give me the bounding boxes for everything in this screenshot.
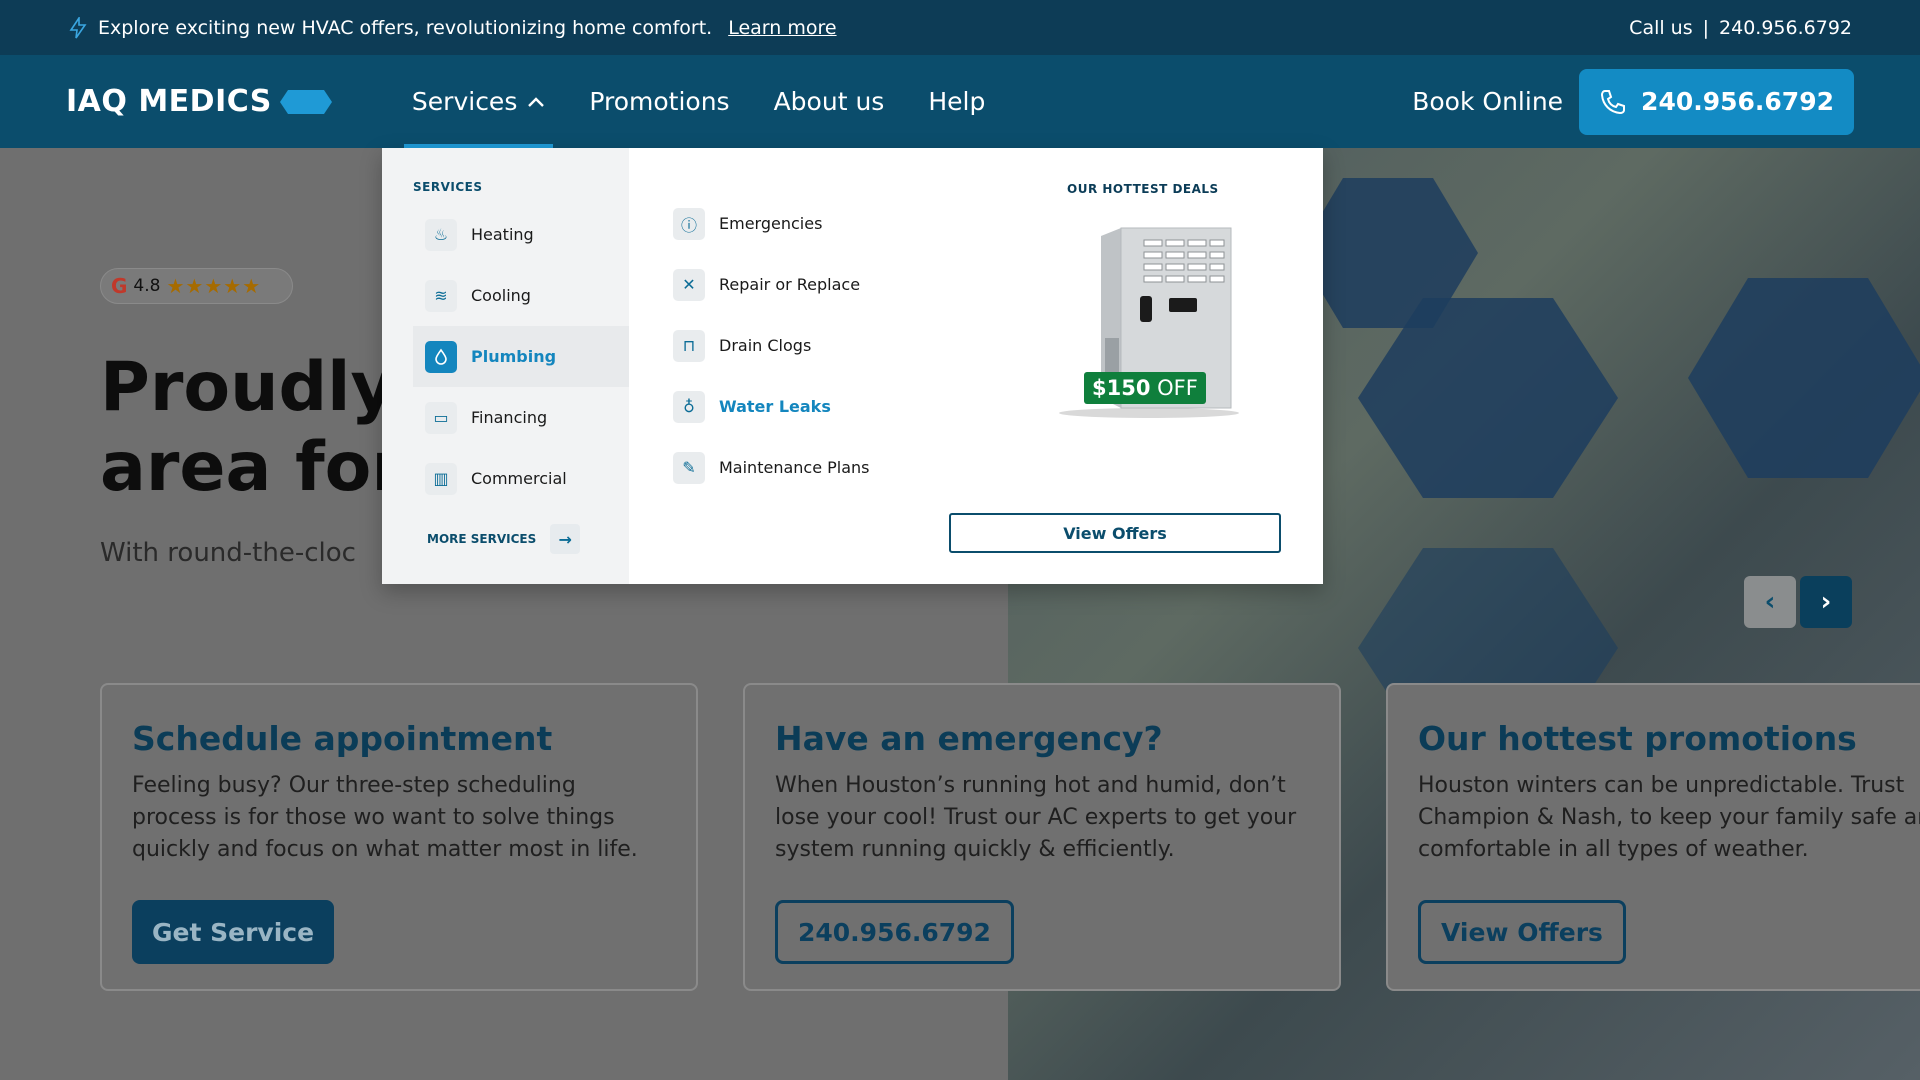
menu-item-label: Heating [471,225,534,244]
discount-badge: $150 OFF [1084,372,1206,404]
call-us: Call us | 240.956.6792 [1629,17,1852,39]
hero-subline: With round-the-cloc [100,538,356,568]
nav-help-label: Help [928,87,986,116]
decor-hexagon [1688,278,1920,478]
menu-item-maintenance-plans[interactable]: ✎ Maintenance Plans [673,437,949,498]
building-icon: ▥ [425,462,457,495]
nav-about-us[interactable]: About us [774,55,885,148]
view-offers-button[interactable]: View Offers [949,513,1281,553]
phone-call-button[interactable]: 240.956.6792 [1579,68,1854,135]
card-title: Have an emergency? [775,719,1163,758]
menu-item-label: Maintenance Plans [719,458,870,477]
menu-item-label: Commercial [471,469,567,488]
chevron-up-icon [528,96,545,107]
leak-icon: ♁ [673,390,705,423]
water-drop-icon [425,340,457,373]
card-text: When Houston’s running hot and humid, do… [775,773,1297,862]
wallet-icon: ▭ [425,401,457,434]
lightning-icon [69,16,87,38]
menu-item-label: Water Leaks [719,397,831,416]
chevron-right-icon: › [1820,587,1832,617]
discount-suffix: OFF [1157,376,1198,400]
main-navbar: IAQ MEDICS Services Promotions About us … [0,55,1920,148]
menu-item-label: Plumbing [471,347,557,366]
tools-icon: ✕ [673,268,705,301]
slider-next-button[interactable]: › [1800,576,1852,628]
nav-actions: Book Online 240.956.6792 [1412,68,1854,135]
nav-links: Services Promotions About us Help [403,55,985,148]
phone-icon [1601,89,1626,114]
topbar-phone-link[interactable]: 240.956.6792 [1719,17,1852,39]
sub-services-list: ⓘ Emergencies ✕ Repair or Replace ⊓ Drai… [629,148,949,584]
nav-promotions-label: Promotions [589,87,730,116]
logo[interactable]: IAQ MEDICS [66,84,332,119]
view-offers-card-button[interactable]: View Offers [1418,900,1626,964]
menu-item-financing[interactable]: ▭ Financing [413,387,629,448]
card-title: Schedule appointment [132,719,553,758]
alert-icon: ⓘ [673,207,705,240]
discount-amount: $150 [1092,376,1151,400]
google-rating-badge: G 4.8 ★★★★★ [100,268,293,304]
menu-item-label: Emergencies [719,214,823,233]
menu-item-emergencies[interactable]: ⓘ Emergencies [673,193,949,254]
wind-icon: ≋ [425,279,457,312]
chevron-left-icon: ‹ [1764,587,1776,617]
announcement: Explore exciting new HVAC offers, revolu… [68,16,837,39]
menu-item-commercial[interactable]: ▥ Commercial [413,448,629,509]
card-title: Our hottest promotions [1418,719,1857,758]
nav-help[interactable]: Help [928,55,985,148]
menu-item-plumbing[interactable]: Plumbing [413,326,629,387]
rating-value: 4.8 [133,276,161,296]
flame-icon: ♨ [425,218,457,251]
more-services-link[interactable]: MORE SERVICES → [427,524,581,554]
book-online-link[interactable]: Book Online [1412,87,1563,116]
menu-item-repair-or-replace[interactable]: ✕ Repair or Replace [673,254,949,315]
menu-item-label: Cooling [471,286,531,305]
call-us-label: Call us [1629,16,1693,39]
card-text: Houston winters can be unpredictable. Tr… [1418,773,1920,862]
separator: | [1702,16,1710,39]
emergency-card: Have an emergency? When Houston’s runnin… [743,683,1341,991]
slider-prev-button[interactable]: ‹ [1744,576,1796,628]
nav-about-label: About us [773,87,885,116]
decor-hexagon [1358,298,1618,498]
menu-item-cooling[interactable]: ≋ Cooling [413,265,629,326]
menu-item-label: Financing [471,408,548,427]
arrow-right-icon: → [550,524,581,554]
get-service-button[interactable]: Get Service [132,900,335,964]
drain-icon: ⊓ [673,329,705,362]
logo-text: IAQ MEDICS [66,84,272,119]
logo-hexagon-icon [279,89,332,114]
menu-item-label: Drain Clogs [719,336,812,355]
announcement-text: Explore exciting new HVAC offers, revolu… [98,16,713,39]
star-rating: ★★★★★ [166,274,262,298]
nav-services[interactable]: Services [403,55,554,148]
services-dropdown-menu: SERVICES ♨ Heating ≋ Cooling Plumbing ▭ … [382,148,1323,584]
services-list: SERVICES ♨ Heating ≋ Cooling Plumbing ▭ … [382,148,629,584]
wrench-icon: ✎ [673,451,705,484]
menu-item-label: Repair or Replace [719,275,861,294]
slider-controls: ‹ › [1744,576,1852,628]
schedule-card: Schedule appointment Feeling busy? Our t… [100,683,698,991]
services-heading: SERVICES [413,180,483,194]
phone-button-label: 240.956.6792 [1641,87,1834,116]
menu-item-drain-clogs[interactable]: ⊓ Drain Clogs [673,315,949,376]
card-text: Feeling busy? Our three-step scheduling … [132,773,638,862]
promotions-card: Our hottest promotions Houston winters c… [1386,683,1920,991]
hottest-deals-panel: OUR HOTTEST DEALS $150 OFF View Offers [949,148,1323,584]
menu-item-water-leaks[interactable]: ♁ Water Leaks [673,376,949,437]
nav-services-label: Services [411,87,518,116]
emergency-phone-button[interactable]: 240.956.6792 [775,900,1014,964]
google-icon: G [111,274,128,298]
announcement-bar: Explore exciting new HVAC offers, revolu… [0,0,1920,55]
more-services-label: MORE SERVICES [427,532,537,546]
deals-heading: OUR HOTTEST DEALS [1067,182,1219,196]
nav-promotions[interactable]: Promotions [589,55,729,148]
menu-item-heating[interactable]: ♨ Heating [413,204,629,265]
learn-more-link[interactable]: Learn more [728,17,836,39]
